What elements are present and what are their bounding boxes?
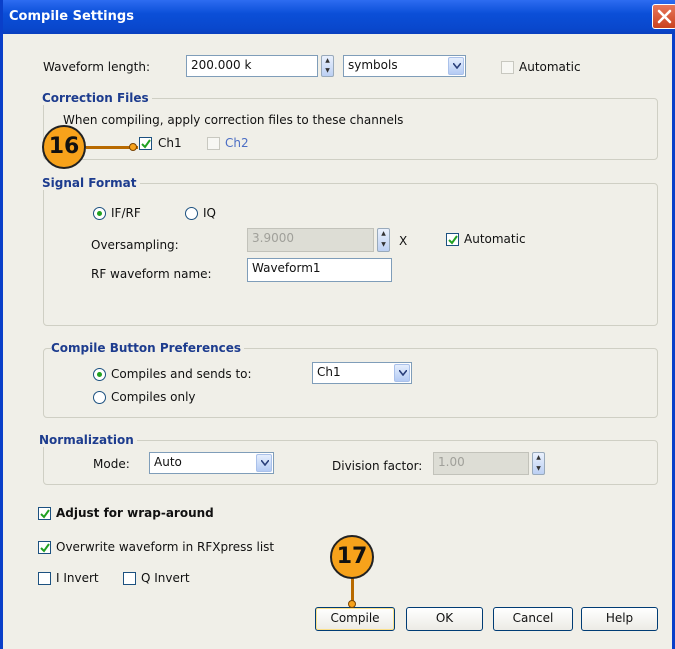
ch2-checkbox[interactable] xyxy=(207,137,220,150)
correction-files-description: When compiling, apply correction files t… xyxy=(63,113,404,127)
compiles-only-radio[interactable] xyxy=(93,391,106,404)
compiles-and-sends-radio[interactable] xyxy=(93,368,106,381)
oversampling-automatic-checkbox[interactable] xyxy=(446,233,459,246)
iq-label: IQ xyxy=(203,206,216,220)
overwrite-checkbox[interactable] xyxy=(38,541,51,554)
oversampling-unit: X xyxy=(399,234,408,248)
checkmark-icon xyxy=(448,235,458,245)
spin-down-icon[interactable]: ▼ xyxy=(378,240,389,251)
chevron-down-icon[interactable] xyxy=(256,454,272,472)
correction-files-group xyxy=(43,98,658,160)
i-invert-label: I Invert xyxy=(56,571,99,585)
rf-waveform-name-input[interactable]: Waveform1 xyxy=(247,258,392,282)
ifrf-radio[interactable] xyxy=(93,207,106,220)
spin-up-icon[interactable]: ▲ xyxy=(533,453,544,464)
ch1-checkbox[interactable] xyxy=(139,137,152,150)
close-icon xyxy=(657,9,672,24)
compiles-and-sends-label: Compiles and sends to: xyxy=(111,367,252,381)
division-factor-label: Division factor: xyxy=(332,459,423,473)
oversampling-spinner[interactable]: ▲ ▼ xyxy=(377,228,390,252)
close-button[interactable] xyxy=(652,4,675,29)
overwrite-label: Overwrite waveform in RFXpress list xyxy=(56,540,275,554)
compile-channel-select[interactable]: Ch1 xyxy=(312,362,412,384)
callout-17: 17 xyxy=(330,535,374,579)
spin-up-icon[interactable]: ▲ xyxy=(378,229,389,240)
spin-down-icon[interactable]: ▼ xyxy=(322,66,333,76)
ch2-label: Ch2 xyxy=(225,136,249,150)
waveform-length-spinner[interactable]: ▲ ▼ xyxy=(321,55,334,77)
callout-17-anchor xyxy=(348,600,356,608)
oversampling-automatic-label: Automatic xyxy=(464,232,526,246)
correction-files-title: Correction Files xyxy=(42,91,152,105)
mode-value: Auto xyxy=(154,455,182,469)
chevron-down-icon[interactable] xyxy=(448,57,464,75)
compile-prefs-title: Compile Button Preferences xyxy=(51,341,245,355)
title-bar[interactable]: Compile Settings xyxy=(3,0,675,34)
compiles-only-label: Compiles only xyxy=(111,390,196,404)
compile-channel-value: Ch1 xyxy=(317,365,341,379)
checkmark-icon xyxy=(40,509,50,519)
waveform-length-label: Waveform length: xyxy=(43,60,151,74)
waveform-unit-select[interactable]: symbols xyxy=(343,55,466,77)
wrap-around-checkbox[interactable] xyxy=(38,507,51,520)
chevron-down-icon[interactable] xyxy=(394,364,410,382)
normalization-title: Normalization xyxy=(39,433,137,447)
spin-down-icon[interactable]: ▼ xyxy=(533,464,544,475)
ifrf-label: IF/RF xyxy=(111,206,141,220)
division-factor-spinner[interactable]: ▲ ▼ xyxy=(532,452,545,475)
checkmark-icon xyxy=(141,139,151,149)
spin-up-icon[interactable]: ▲ xyxy=(322,56,333,66)
signal-format-group xyxy=(43,183,658,326)
window-title: Compile Settings xyxy=(9,9,134,24)
waveform-automatic-checkbox[interactable] xyxy=(501,61,514,74)
callout-16: 16 xyxy=(42,125,86,169)
checkmark-icon xyxy=(40,543,50,553)
waveform-length-input[interactable]: 200.000 k xyxy=(186,55,318,77)
q-invert-label: Q Invert xyxy=(141,571,190,585)
i-invert-checkbox[interactable] xyxy=(38,572,51,585)
mode-select[interactable]: Auto xyxy=(149,452,274,474)
waveform-unit-value: symbols xyxy=(348,58,398,72)
help-button[interactable]: Help xyxy=(581,607,658,631)
rf-waveform-name-label: RF waveform name: xyxy=(91,267,212,281)
mode-label: Mode: xyxy=(93,457,130,471)
division-factor-input[interactable]: 1.00 xyxy=(433,452,529,475)
cancel-button[interactable]: Cancel xyxy=(493,607,573,631)
compile-button[interactable]: Compile xyxy=(315,607,395,631)
oversampling-input[interactable]: 3.9000 xyxy=(247,228,374,252)
waveform-automatic-label: Automatic xyxy=(519,60,581,74)
oversampling-label: Oversampling: xyxy=(91,238,179,252)
callout-16-anchor xyxy=(129,143,137,151)
iq-radio[interactable] xyxy=(185,207,198,220)
q-invert-checkbox[interactable] xyxy=(123,572,136,585)
signal-format-title: Signal Format xyxy=(42,176,140,190)
ch1-label: Ch1 xyxy=(158,136,182,150)
wrap-around-label: Adjust for wrap-around xyxy=(56,506,214,520)
ok-button[interactable]: OK xyxy=(406,607,483,631)
